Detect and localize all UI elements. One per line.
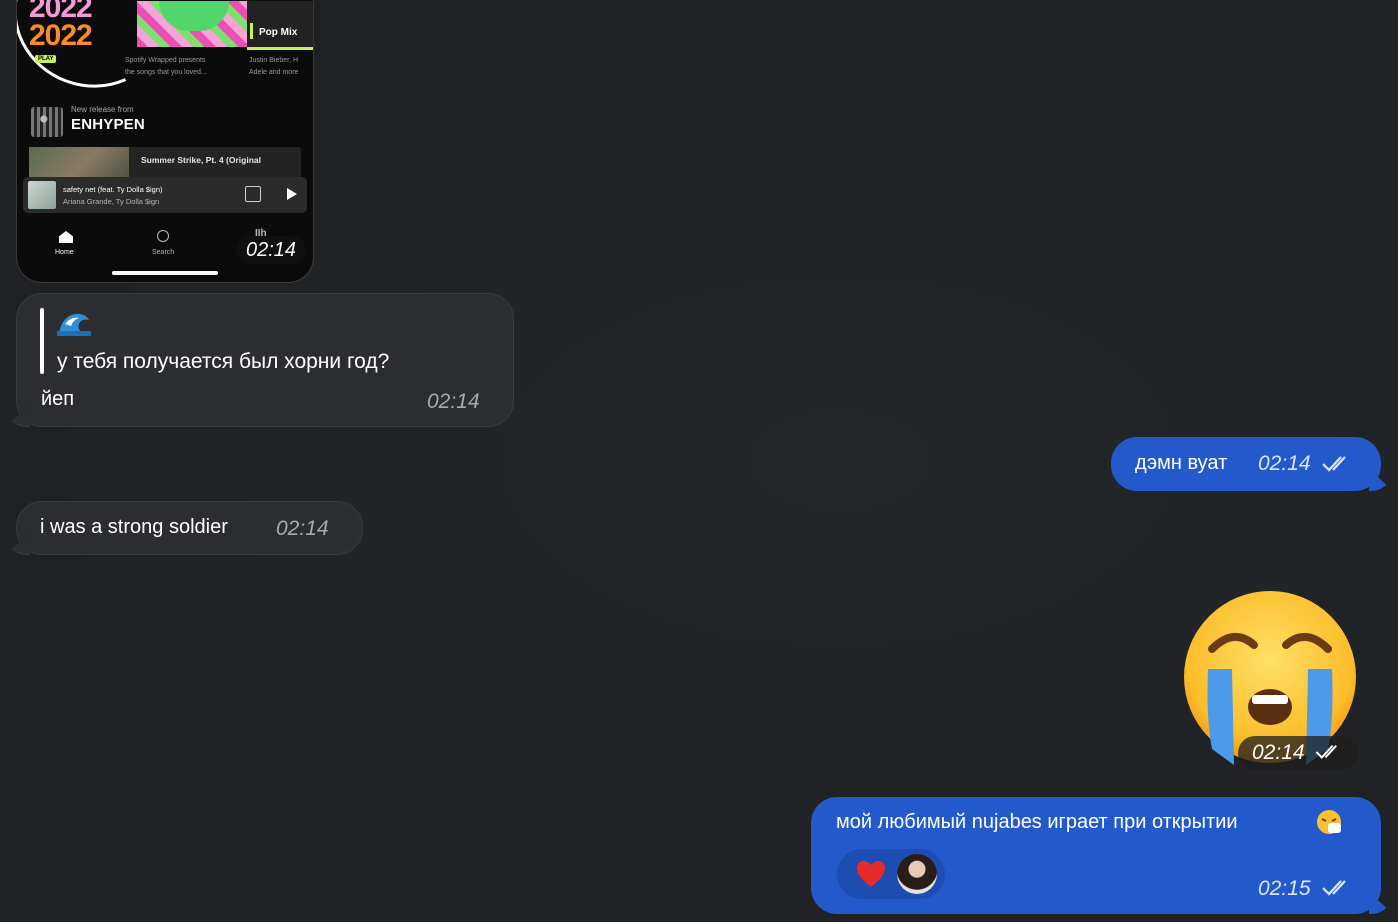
message-text: мой любимый nujabes играет при открытии	[836, 811, 1238, 833]
wrapped-colorful-tile	[137, 1, 255, 47]
nav-home-label: Home	[55, 249, 74, 256]
track-artist: Ariana Grande, Ty Dolla $ign	[63, 197, 160, 206]
message-time: 02:14	[1258, 452, 1311, 475]
pop-mix-label: Pop Mix	[259, 27, 298, 38]
read-check-icon	[1322, 880, 1346, 896]
outgoing-message[interactable]: дэмн вуат 02:14	[1111, 437, 1381, 491]
play-icon	[287, 188, 297, 200]
wrapped-year: 2022	[29, 19, 93, 52]
nav-search-label: Search	[152, 249, 175, 256]
track-art	[28, 181, 56, 209]
reply-quote-text: у тебя получается был хорни год?	[57, 350, 390, 373]
avatar	[897, 854, 937, 894]
wave-emoji-icon	[57, 313, 91, 336]
wrapped-tile: 2022 2022 PLAY	[17, 0, 190, 110]
incoming-message[interactable]: i was a strong soldier 02:14	[16, 501, 363, 555]
reply-quote-bar	[40, 308, 44, 374]
release-subtitle: New release from	[71, 105, 134, 114]
read-check-icon	[1316, 745, 1338, 759]
message-time: 02:14	[276, 517, 329, 540]
chat-area: 2022 2022 PLAY Pop Mix Spotify Wrapped p…	[0, 0, 1398, 922]
message-time: 02:14	[427, 390, 480, 413]
outgoing-message[interactable]: мой любимый nujabes играет при открытии …	[811, 797, 1381, 914]
home-icon	[59, 231, 73, 243]
play-tag: PLAY	[35, 55, 57, 63]
incoming-message[interactable]: у тебя получается был хорни год? йеп 02:…	[16, 293, 514, 427]
message-time: 02:14	[236, 236, 307, 264]
mini-player: safety net (feat. Ty Dolla $ign) Ariana …	[23, 177, 307, 213]
message-text: дэмн вуат	[1135, 452, 1228, 474]
read-check-icon	[1322, 456, 1346, 472]
reaction-pill[interactable]	[837, 849, 945, 899]
message-time: 02:14	[1238, 736, 1359, 770]
message-time: 02:15	[1258, 877, 1311, 900]
devices-icon	[245, 186, 261, 202]
message-text: i was a strong soldier	[40, 516, 228, 538]
message-text: йеп	[41, 388, 75, 410]
track-title: safety net (feat. Ty Dolla $ign)	[63, 185, 163, 194]
release-artist: ENHYPEN	[71, 116, 145, 133]
pop-mix-tile: Pop Mix	[247, 1, 313, 50]
search-icon	[157, 230, 169, 242]
photo-message[interactable]: 2022 2022 PLAY Pop Mix Spotify Wrapped p…	[16, 0, 314, 283]
sneezing-face-emoji-icon	[1317, 810, 1341, 834]
message-time-text: 02:14	[1252, 741, 1305, 764]
album-title: Summer Strike, Pt. 4 (Original	[141, 155, 261, 165]
home-indicator	[112, 271, 218, 275]
tile-caption: Spotify Wrapped presents the songs that …	[125, 57, 207, 76]
heart-icon	[857, 861, 885, 887]
tile-caption: Justin Bieber, H Adele and more	[249, 57, 299, 76]
artist-image	[31, 107, 63, 137]
